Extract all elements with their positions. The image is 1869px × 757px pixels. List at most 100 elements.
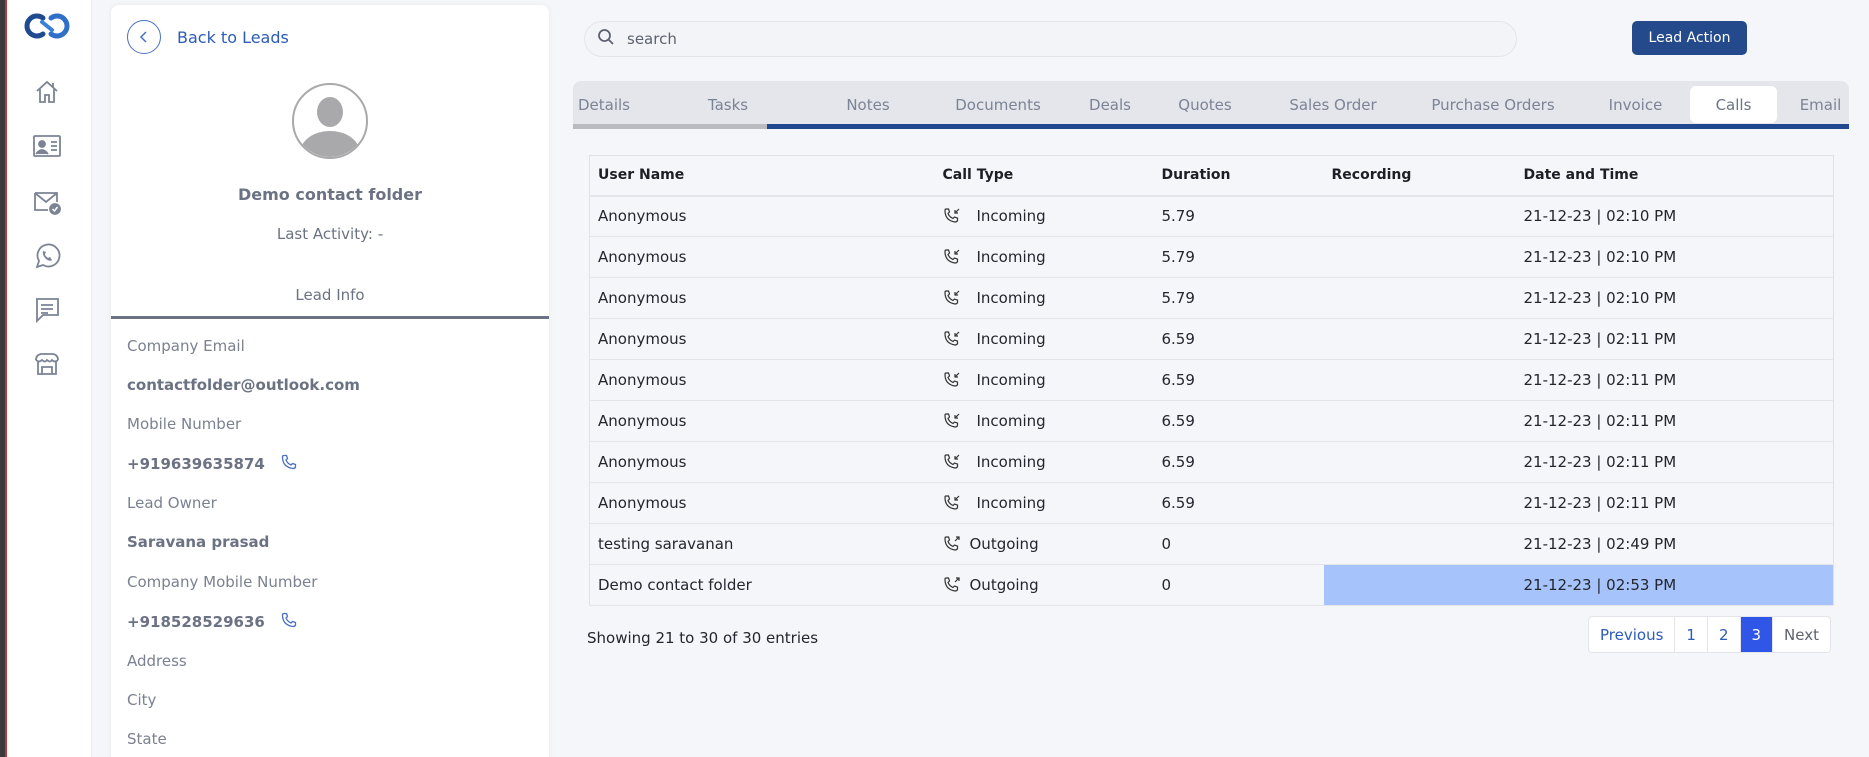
mail-check-icon: [32, 188, 62, 216]
tab-sales-order[interactable]: Sales Order: [1263, 86, 1403, 123]
call-type-label: Incoming: [976, 289, 1046, 307]
tab-details[interactable]: Details: [573, 86, 649, 123]
cell-duration: 6.59: [1153, 400, 1324, 442]
calls-table-container: User Name Call Type Duration Recording D…: [589, 155, 1834, 606]
column-header-recording[interactable]: Recording: [1323, 155, 1516, 197]
pagination: Previous 1 2 3 Next: [1588, 616, 1831, 653]
table-row[interactable]: Anonymous Incoming 5.79 21-12-23 | 02:10 PM: [589, 236, 1834, 278]
cell-call-type: Incoming: [934, 359, 1154, 401]
tab-scroll-indicator[interactable]: [767, 124, 1849, 129]
avatar: [292, 83, 368, 159]
tab-email[interactable]: Email: [1778, 86, 1849, 123]
phone-call-icon[interactable]: [281, 454, 297, 474]
nav-email[interactable]: [31, 186, 63, 218]
incoming-call-icon: [943, 412, 967, 430]
tab-lead-info[interactable]: Lead Info: [111, 286, 549, 304]
field-label-mobile-number: Mobile Number: [127, 415, 242, 433]
cell-call-type: Incoming: [934, 236, 1154, 278]
table-row[interactable]: Anonymous Incoming 6.59 21-12-23 | 02:11 PM: [589, 318, 1834, 360]
cell-recording: [1323, 359, 1516, 401]
tab-purchase-orders[interactable]: Purchase Orders: [1403, 86, 1583, 123]
pagination-page-3[interactable]: 3: [1740, 617, 1774, 652]
store-icon: [33, 350, 61, 378]
table-row[interactable]: Anonymous Incoming 6.59 21-12-23 | 02:11 PM: [589, 400, 1834, 442]
pagination-previous[interactable]: Previous: [1589, 617, 1676, 652]
back-to-leads-link[interactable]: Back to Leads: [127, 20, 289, 54]
tab-documents[interactable]: Documents: [933, 86, 1063, 123]
table-row[interactable]: testing saravanan Outgoing 0 21-12-23 | 02:…: [589, 523, 1834, 565]
pagination-page-2[interactable]: 2: [1708, 617, 1741, 652]
column-header-call-type[interactable]: Call Type: [934, 155, 1154, 197]
phone-call-icon[interactable]: [281, 612, 297, 632]
field-value-company-mobile: +918528529636: [127, 612, 297, 632]
nav-whatsapp[interactable]: [31, 240, 63, 272]
search-bar: [584, 21, 1517, 57]
column-header-duration[interactable]: Duration: [1153, 155, 1324, 197]
incoming-call-icon: [943, 248, 967, 266]
last-activity: Last Activity: -: [276, 225, 384, 243]
calls-table: User Name Call Type Duration Recording D…: [589, 155, 1834, 606]
whatsapp-icon: [33, 242, 61, 270]
field-value-company-email: contactfolder@outlook.com: [127, 376, 360, 394]
table-row[interactable]: Anonymous Incoming 5.79 21-12-23 | 02:10 PM: [589, 277, 1834, 319]
cell-recording: [1323, 318, 1516, 360]
table-header-row: User Name Call Type Duration Recording D…: [589, 155, 1834, 197]
tab-notes[interactable]: Notes: [818, 86, 918, 123]
lead-profile-panel: Back to Leads Demo contact folder Last A…: [111, 5, 549, 757]
field-value-mobile-number: +919639635874: [127, 454, 297, 474]
nav-rail: [7, 0, 92, 757]
cell-user-name: testing saravanan: [589, 523, 935, 565]
pagination-next[interactable]: Next: [1773, 617, 1830, 652]
outgoing-call-icon: [943, 576, 967, 594]
field-label-address: Address: [127, 652, 187, 670]
cell-date-time: 21-12-23 | 02:11 PM: [1515, 441, 1834, 483]
cell-recording: [1323, 277, 1516, 319]
column-header-date-time[interactable]: Date and Time: [1515, 155, 1834, 197]
cell-recording: [1323, 523, 1516, 565]
tab-invoice[interactable]: Invoice: [1588, 86, 1683, 123]
incoming-call-icon: [943, 207, 967, 225]
incoming-call-icon: [943, 330, 967, 348]
column-header-user-name[interactable]: User Name: [589, 155, 935, 197]
search-icon: [597, 28, 615, 50]
tab-deals[interactable]: Deals: [1070, 86, 1150, 123]
search-input[interactable]: [627, 30, 1487, 48]
cell-user-name: Anonymous: [589, 277, 935, 319]
company-email-value: contactfolder@outlook.com: [127, 376, 360, 394]
table-row[interactable]: Anonymous Incoming 5.79 21-12-23 | 02:10 PM: [589, 195, 1834, 237]
cell-call-type: Incoming: [934, 318, 1154, 360]
contact-card-icon: [32, 133, 62, 159]
cell-duration: 0: [1153, 564, 1324, 606]
table-row[interactable]: Anonymous Incoming 6.59 21-12-23 | 02:11 PM: [589, 482, 1834, 524]
nav-store[interactable]: [31, 348, 63, 380]
cell-date-time: 21-12-23 | 02:49 PM: [1515, 523, 1834, 565]
cell-recording: [1323, 195, 1516, 237]
nav-chat[interactable]: [31, 294, 63, 326]
cell-date-time: 21-12-23 | 02:10 PM: [1515, 277, 1834, 319]
app-logo[interactable]: [21, 10, 73, 42]
table-row[interactable]: Anonymous Incoming 6.59 21-12-23 | 02:11 PM: [589, 441, 1834, 483]
incoming-call-icon: [943, 371, 967, 389]
mobile-number-value: +919639635874: [127, 455, 265, 473]
field-label-state: State: [127, 730, 167, 748]
table-row[interactable]: Demo contact folder Outgoing 0 21-12-23 | 0…: [589, 564, 1834, 606]
call-type-label: Incoming: [976, 494, 1046, 512]
table-row[interactable]: Anonymous Incoming 6.59 21-12-23 | 02:11 PM: [589, 359, 1834, 401]
cell-call-type: Incoming: [934, 441, 1154, 483]
field-label-lead-owner: Lead Owner: [127, 494, 217, 512]
cell-recording: [1323, 441, 1516, 483]
call-type-label: Incoming: [976, 412, 1046, 430]
nav-contacts[interactable]: [31, 130, 63, 162]
tab-quotes[interactable]: Quotes: [1155, 86, 1255, 123]
incoming-call-icon: [943, 494, 967, 512]
cell-duration: 6.59: [1153, 482, 1324, 524]
tab-calls[interactable]: Calls: [1690, 86, 1777, 123]
back-to-leads-label: Back to Leads: [177, 27, 289, 47]
nav-home[interactable]: [31, 76, 63, 108]
tab-tasks[interactable]: Tasks: [683, 86, 773, 123]
cell-duration: 6.59: [1153, 441, 1324, 483]
lead-action-button[interactable]: Lead Action: [1632, 21, 1747, 55]
lead-info-tab-indicator: [111, 316, 549, 319]
home-icon: [33, 78, 61, 106]
pagination-page-1[interactable]: 1: [1675, 617, 1708, 652]
